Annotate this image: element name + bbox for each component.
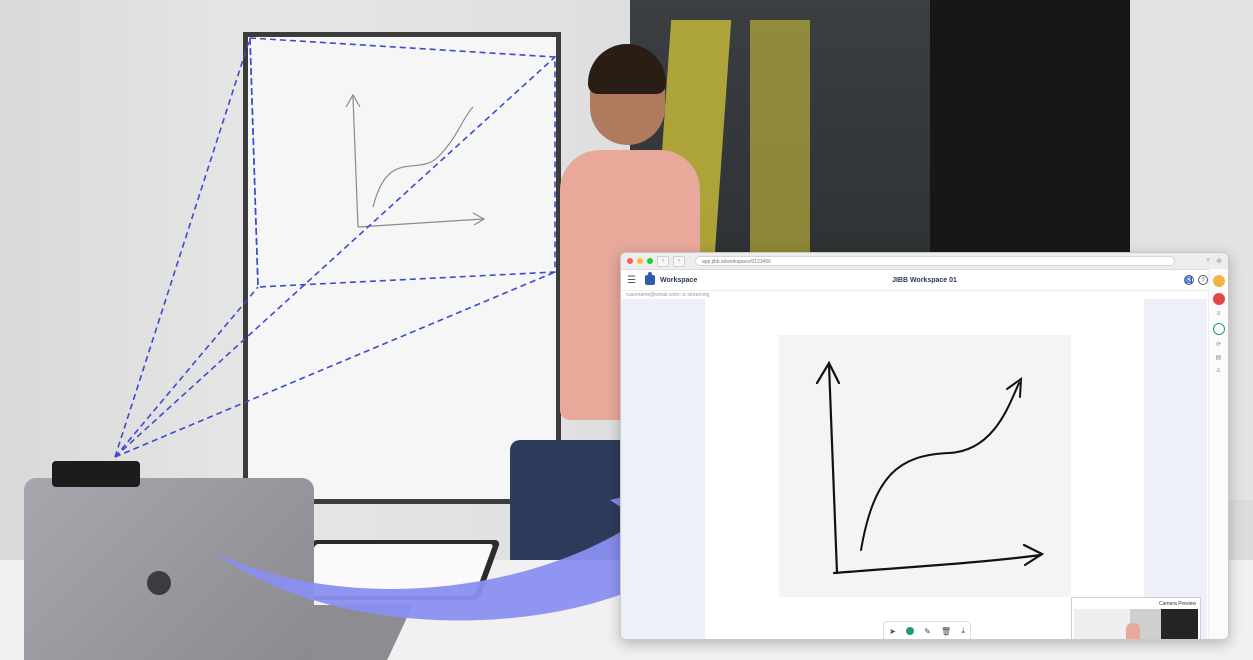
browser-controls: + ⊕ bbox=[1206, 257, 1222, 265]
app-window: ‹ › app.jibb.ai/workspace/0123456 + ⊕ ☰ … bbox=[620, 252, 1229, 640]
record-icon[interactable] bbox=[1212, 293, 1225, 305]
browser-chrome: ‹ › app.jibb.ai/workspace/0123456 + ⊕ bbox=[621, 253, 1228, 270]
right-margin-panel bbox=[1144, 299, 1207, 639]
left-margin-panel bbox=[621, 299, 705, 639]
app-header: ☰ Workspace JIBB Workspace 01 ♿ ? ● bbox=[621, 270, 1228, 291]
user-icon[interactable]: ♙ bbox=[1216, 367, 1221, 374]
chevron-right-icon[interactable]: › bbox=[673, 255, 685, 267]
color-picker-icon[interactable] bbox=[905, 627, 914, 635]
status-indicator-icon[interactable] bbox=[1212, 275, 1225, 287]
captured-whiteboard-drawing[interactable] bbox=[779, 335, 1071, 597]
cursor-icon[interactable]: ➤ bbox=[889, 627, 896, 636]
camera-preview[interactable]: Camera Preview bbox=[1071, 597, 1201, 639]
drawing-toolbar: ➤ ✎ 🗑 ⤓ bbox=[883, 621, 971, 639]
new-tab-icon[interactable]: + bbox=[1206, 257, 1210, 265]
preview-presenter bbox=[1126, 623, 1140, 639]
camera-view-lines bbox=[114, 37, 556, 458]
accessibility-icon[interactable]: ♿ bbox=[1184, 275, 1194, 285]
close-dot[interactable] bbox=[627, 258, 633, 264]
pen-icon[interactable]: ✎ bbox=[924, 627, 931, 636]
jibb-logo-icon bbox=[645, 272, 655, 285]
right-side-rail: ≡ ⟳ ▤ ♙ bbox=[1208, 269, 1228, 639]
workspace-nav-label[interactable]: Workspace bbox=[660, 277, 697, 284]
camera-preview-feed bbox=[1074, 609, 1198, 639]
hamburger-icon[interactable]: ☰ bbox=[627, 275, 641, 286]
download-icon[interactable]: ⤓ bbox=[961, 626, 965, 636]
minimize-dot[interactable] bbox=[637, 258, 643, 264]
delete-icon[interactable]: 🗑 bbox=[941, 627, 951, 636]
chevron-left-icon[interactable]: ‹ bbox=[657, 255, 669, 267]
maximize-dot[interactable] bbox=[647, 258, 653, 264]
link-icon[interactable]: ⟳ bbox=[1216, 341, 1221, 348]
layers-icon[interactable]: ▤ bbox=[1216, 354, 1222, 361]
workspace-canvas[interactable]: ➤ ✎ 🗑 ⤓ Camera Preview bbox=[621, 299, 1207, 639]
share-icon[interactable] bbox=[1212, 323, 1225, 335]
url-bar[interactable]: app.jibb.ai/workspace/0123456 bbox=[695, 256, 1175, 266]
workspace-title: JIBB Workspace 01 bbox=[892, 276, 957, 284]
graph-sketch bbox=[815, 360, 1045, 575]
help-icon[interactable]: ? bbox=[1198, 275, 1208, 285]
extensions-icon[interactable]: ⊕ bbox=[1216, 257, 1222, 265]
sliders-icon[interactable]: ≡ bbox=[1217, 311, 1221, 317]
